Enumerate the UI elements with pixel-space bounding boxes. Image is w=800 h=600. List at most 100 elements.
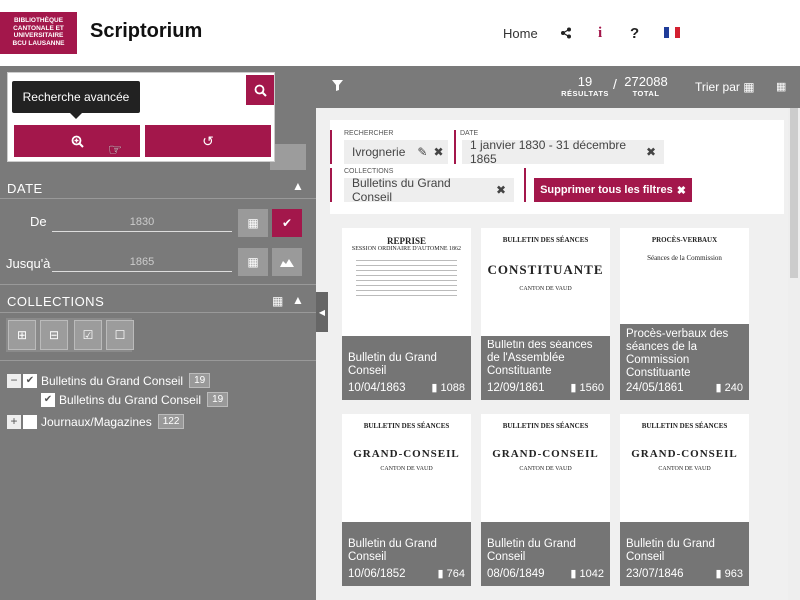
result-card[interactable]: BULLETIN DES SÉANCES CONSTITUANTE CANTON…	[481, 228, 610, 400]
clear-all-filters-button[interactable]: Supprimer tous les filtres ✖	[534, 178, 692, 202]
logo-line-3: UNIVERSITAIRE	[13, 32, 64, 39]
card-title: Bulletin des séances de l'Assemblée Cons…	[487, 340, 593, 377]
collection-item[interactable]: + Journaux/Magazines 122	[7, 414, 185, 429]
zoom-in-icon	[71, 135, 84, 148]
library-logo[interactable]: BIBLIOTHÈQUE CANTONALE ET UNIVERSITAIRE …	[0, 12, 77, 54]
select-all-icon[interactable]: ☑	[74, 320, 102, 350]
results-label: RÉSULTATS	[561, 89, 609, 98]
document-thumbnail: BULLETIN DES SÉANCES GRAND-CONSEIL CANTO…	[626, 416, 743, 516]
collection-label: Journaux/Magazines	[41, 414, 152, 429]
collapse-sidebar-handle[interactable]: ◀	[316, 292, 328, 332]
result-card[interactable]: BULLETIN DES SÉANCES GRAND-CONSEIL CANTO…	[342, 414, 471, 586]
card-title: Bulletin du Grand Conseil	[487, 538, 576, 563]
document-thumbnail: PROCÈS-VERBAUX Séances de la Commission	[626, 230, 743, 330]
checkbox-icon[interactable]	[23, 414, 37, 429]
results-panel: 19 RÉSULTATS / 272088 TOTAL Trier par ▦ …	[316, 66, 800, 600]
document-icon: ▮	[431, 382, 438, 394]
close-icon[interactable]: ✖	[496, 183, 506, 197]
help-icon[interactable]: ?	[630, 0, 639, 66]
card-overlay: Bulletin des séances de l'Assemblée Cons…	[481, 336, 610, 400]
divider	[0, 198, 316, 199]
nav-home-link[interactable]: Home	[503, 0, 538, 66]
calendar-icon[interactable]: ▦	[238, 248, 268, 276]
collection-item[interactable]: − ✔ Bulletins du Grand Conseil 19	[7, 373, 211, 388]
chevron-up-icon[interactable]: ▲	[292, 179, 304, 193]
grid-view-icon[interactable]: ▦	[776, 80, 786, 93]
filter-value: Bulletins du Grand Conseil	[352, 176, 451, 204]
checkbox-icon[interactable]: ✔	[23, 373, 37, 388]
search-button[interactable]	[246, 75, 274, 105]
logo-line-4: BCU LAUSANNE	[12, 39, 65, 47]
active-filters: RECHERCHER Ivrognerie ✎ ✖ DATE 1 janvier…	[330, 120, 784, 214]
total-label: TOTAL	[632, 89, 660, 98]
close-icon[interactable]: ✖	[646, 145, 656, 159]
sort-button[interactable]: Trier par ▦	[695, 80, 755, 94]
scan-subtitle: CANTON DE VAUD	[519, 286, 572, 292]
reset-search-button[interactable]: ↺	[145, 125, 271, 157]
tooltip: Recherche avancée	[12, 81, 140, 119]
collection-item[interactable]: ✔ Bulletins du Grand Conseil 19	[41, 392, 229, 407]
divider	[330, 168, 332, 202]
share-icon[interactable]	[560, 0, 572, 66]
divider	[524, 168, 526, 202]
page-count: ▮ 1088	[431, 381, 465, 394]
document-icon: ▮	[570, 382, 577, 394]
result-card[interactable]: REPRISE SESSION ORDINAIRE D'AUTOMNE 1862…	[342, 228, 471, 400]
date-from-input[interactable]: 1830	[52, 212, 232, 232]
card-overlay: Bulletin du Grand Conseil 10/04/1863 ▮ 1…	[342, 336, 471, 400]
page-count: ▮ 1042	[570, 567, 604, 580]
apply-date-button[interactable]: ✔	[272, 209, 302, 237]
document-thumbnail: REPRISE SESSION ORDINAIRE D'AUTOMNE 1862	[348, 230, 465, 330]
results-scrollbar[interactable]	[788, 108, 800, 600]
collapse-toggle-icon[interactable]: −	[7, 373, 21, 388]
result-card[interactable]: PROCÈS-VERBAUX Séances de la Commission …	[620, 228, 749, 400]
clear-all-label: Supprimer tous les filtres	[540, 184, 673, 196]
scan-main: GRAND-CONSEIL	[492, 448, 599, 460]
filter-value: Ivrognerie	[352, 145, 406, 159]
collection-label: Bulletins du Grand Conseil	[59, 392, 202, 407]
chevron-up-icon[interactable]: ▲	[292, 293, 304, 307]
edit-icon[interactable]: ✎	[417, 145, 427, 159]
document-icon: ▮	[715, 382, 722, 394]
french-flag-icon[interactable]	[664, 27, 680, 38]
total-number: 272088	[624, 74, 668, 89]
app-header: BIBLIOTHÈQUE CANTONALE ET UNIVERSITAIRE …	[0, 0, 800, 66]
calendar-icon[interactable]: ▦	[238, 209, 268, 237]
deselect-all-icon[interactable]: ☐	[106, 320, 134, 350]
info-icon[interactable]: i	[598, 0, 602, 66]
close-icon: ✖	[676, 184, 686, 197]
expand-toggle-icon[interactable]: +	[7, 414, 21, 429]
expand-all-icon[interactable]: ⊞	[8, 320, 36, 350]
checkbox-icon[interactable]: ✔	[41, 392, 55, 407]
scan-subtitle: CANTON DE VAUD	[380, 466, 433, 472]
result-card[interactable]: BULLETIN DES SÉANCES GRAND-CONSEIL CANTO…	[620, 414, 749, 586]
search-icon	[254, 84, 267, 97]
card-date: 10/04/1863	[348, 382, 406, 394]
scan-heading: BULLETIN DES SÉANCES	[502, 422, 589, 430]
page-count: ▮ 764	[438, 567, 465, 580]
divider	[454, 130, 456, 164]
histogram-icon[interactable]	[272, 248, 302, 276]
date-to-input[interactable]: 1865	[52, 252, 232, 272]
date-filter-chip[interactable]: 1 janvier 1830 - 31 décembre 1865 ✖	[462, 138, 664, 166]
scan-subtitle: Séances de la Commission	[647, 254, 722, 262]
scan-heading: REPRISE	[386, 236, 426, 246]
card-overlay: Bulletin du Grand Conseil 23/07/1846 ▮ 9…	[620, 522, 749, 586]
app-title[interactable]: Scriptorium	[90, 20, 202, 43]
page-count: ▮ 1560	[570, 381, 604, 394]
scrollbar-thumb[interactable]	[790, 108, 798, 278]
card-overlay: Bulletin du Grand Conseil 08/06/1849 ▮ 1…	[481, 522, 610, 586]
card-date: 08/06/1849	[487, 568, 545, 580]
count-separator: /	[613, 76, 617, 92]
date-section-title: DATE	[7, 181, 43, 196]
grid-view-icon[interactable]: ▦	[272, 294, 283, 308]
results-toolbar: 19 RÉSULTATS / 272088 TOTAL Trier par ▦ …	[316, 66, 800, 108]
collection-filter-chip[interactable]: Bulletins du Grand Conseil ✖	[344, 176, 514, 204]
filter-icon[interactable]	[332, 80, 343, 94]
card-title: Bulletin du Grand Conseil	[348, 352, 437, 377]
close-icon[interactable]: ✖	[433, 145, 443, 159]
result-card[interactable]: BULLETIN DES SÉANCES GRAND-CONSEIL CANTO…	[481, 414, 610, 586]
document-thumbnail: BULLETIN DES SÉANCES GRAND-CONSEIL CANTO…	[348, 416, 465, 516]
collapse-all-icon[interactable]: ⊟	[40, 320, 68, 350]
search-filter-chip[interactable]: Ivrognerie ✎ ✖	[344, 140, 448, 164]
